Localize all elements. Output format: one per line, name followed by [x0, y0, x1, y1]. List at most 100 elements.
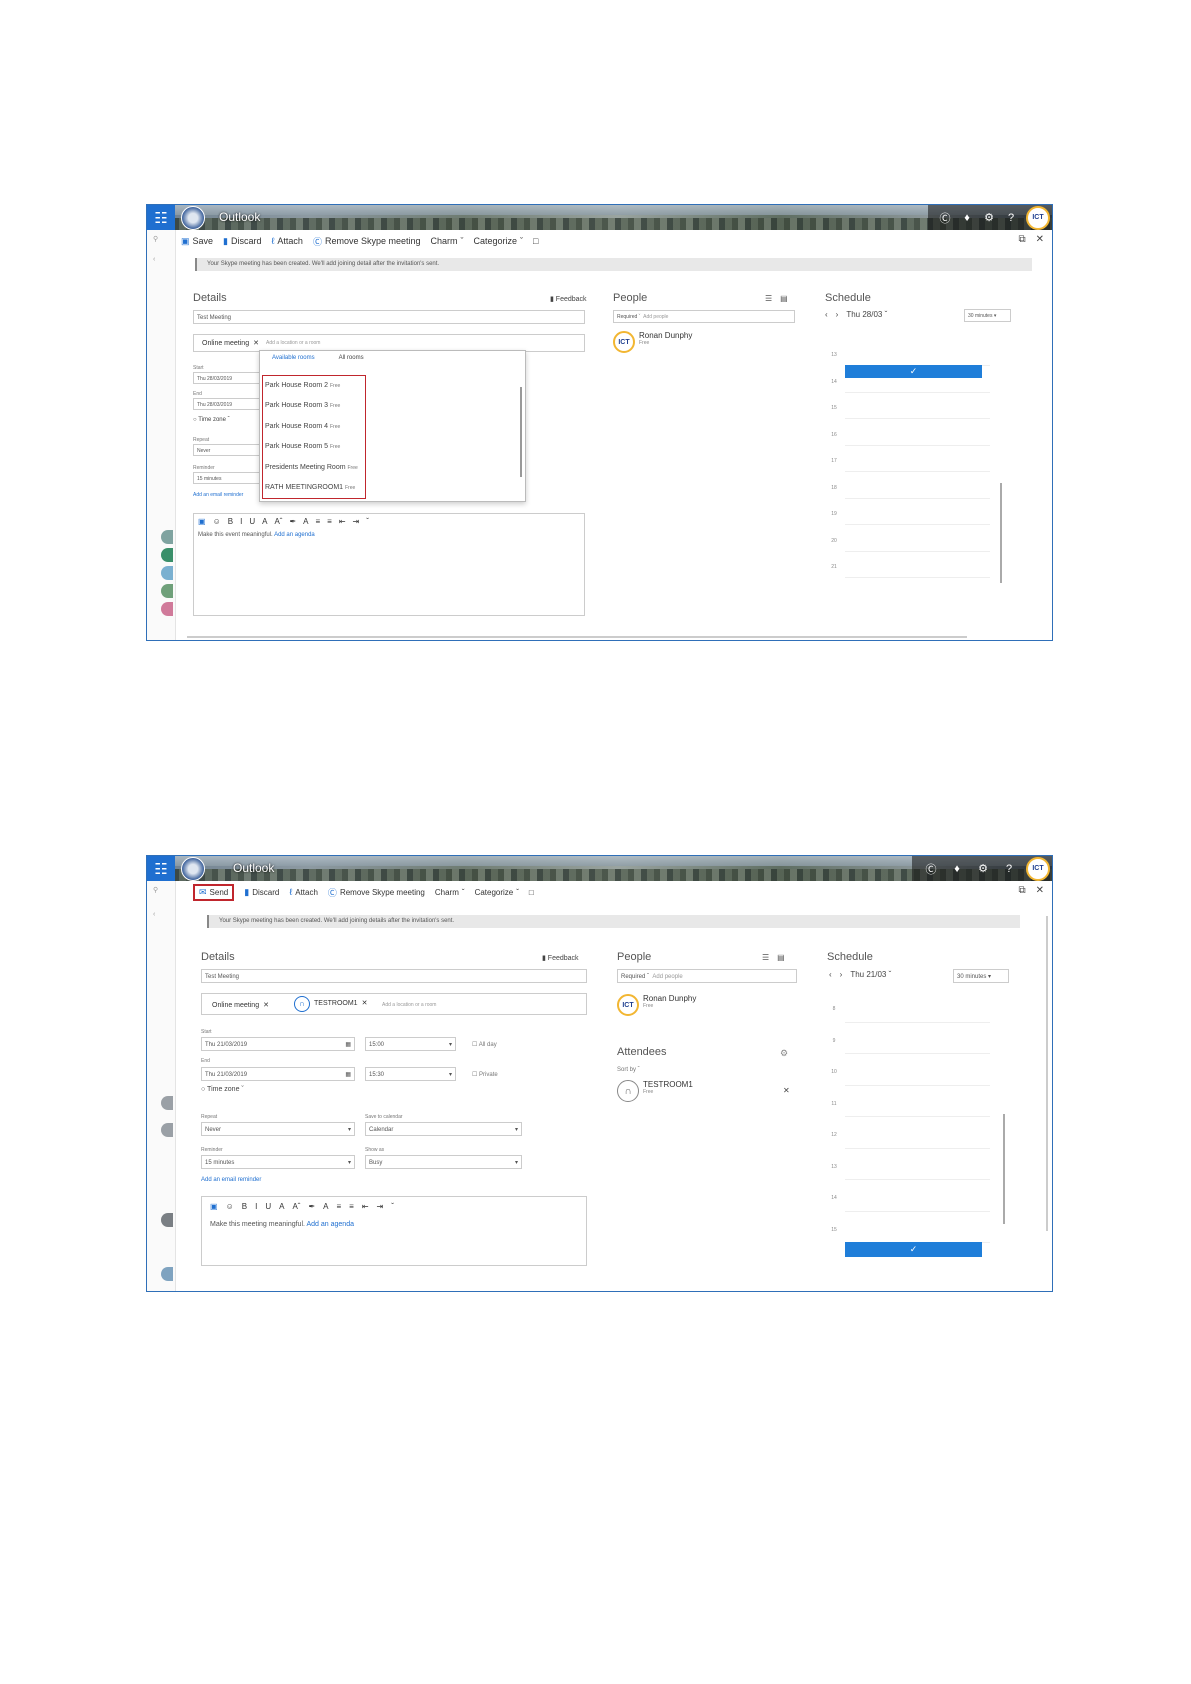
- chevron-left-icon[interactable]: ‹: [153, 256, 155, 263]
- bullets-icon[interactable]: ≡: [315, 517, 320, 526]
- room-option[interactable]: Park House Room 3 Free: [263, 396, 365, 416]
- hour-row[interactable]: [845, 1053, 990, 1055]
- font-size-icon[interactable]: A: [279, 1202, 284, 1211]
- close-icon[interactable]: ✕: [1036, 234, 1044, 245]
- reminder-select[interactable]: 15 minutes ▾: [201, 1155, 355, 1169]
- italic-icon[interactable]: I: [240, 517, 242, 526]
- chevron-left-icon[interactable]: ‹: [829, 970, 832, 979]
- app-launcher-icon[interactable]: ☷: [147, 856, 175, 881]
- page-scrollbar[interactable]: [1046, 916, 1048, 1231]
- chevron-down-icon[interactable]: ˇ: [391, 1202, 394, 1211]
- close-icon[interactable]: ✕: [253, 337, 259, 351]
- horizontal-scrollbar[interactable]: [187, 636, 967, 638]
- underline-icon[interactable]: U: [249, 517, 255, 526]
- attendee-testroom[interactable]: ∩ TESTROOM1 Free: [617, 1080, 693, 1102]
- chevron-left-icon[interactable]: ‹: [153, 911, 155, 918]
- hour-row[interactable]: [845, 1116, 990, 1118]
- selected-time-slot[interactable]: ✓: [845, 365, 982, 378]
- chevron-right-icon[interactable]: ›: [840, 970, 843, 979]
- app-launcher-icon[interactable]: ☷: [147, 205, 175, 230]
- gear-icon[interactable]: ⚙: [978, 211, 1000, 224]
- emoji-icon[interactable]: ☺: [213, 517, 221, 526]
- emoji-icon[interactable]: ☺: [226, 1202, 234, 1211]
- charm-dropdown[interactable]: Charm ˇ: [435, 888, 465, 897]
- contacts-icon[interactable]: ☰: [765, 294, 772, 303]
- timezone-toggle[interactable]: ○ Time zone ˇ: [201, 1086, 244, 1093]
- hour-row[interactable]: [845, 418, 990, 420]
- gear-icon[interactable]: ⚙: [970, 862, 996, 875]
- font-color-icon[interactable]: A: [323, 1202, 328, 1211]
- allday-checkbox[interactable]: ☐ All day: [472, 1041, 497, 1048]
- outdent-icon[interactable]: ⇤: [362, 1202, 369, 1211]
- remove-skype-button[interactable]: Ⓒ Remove Skype meeting: [328, 886, 425, 899]
- required-dropdown[interactable]: Required ˇ: [621, 974, 649, 980]
- timezone-toggle[interactable]: ○ Time zone ˇ: [193, 417, 230, 423]
- bell-icon[interactable]: ♦: [944, 863, 970, 875]
- avatar[interactable]: ICT: [1026, 205, 1050, 230]
- categorize-dropdown[interactable]: Categorize ˇ: [475, 888, 519, 897]
- page-icon[interactable]: □: [529, 888, 534, 897]
- tab-available-rooms[interactable]: Available rooms: [272, 355, 315, 361]
- bullets-icon[interactable]: ≡: [336, 1202, 341, 1211]
- body-editor[interactable]: ▣ ☺ BI UA Aˆ ✒ A ≡ ≡ ⇤ ⇥ ˇ Make this meeting …: [201, 1196, 587, 1266]
- contacts-icon[interactable]: ☰: [762, 953, 769, 962]
- chevron-down-icon[interactable]: ˇ: [366, 517, 369, 526]
- room-option[interactable]: Park House Room 5 Free: [263, 437, 365, 457]
- remove-skype-button[interactable]: Ⓒ Remove Skype meeting: [313, 235, 421, 248]
- hour-row[interactable]: [845, 1084, 990, 1086]
- calendar-icon[interactable]: ▦: [345, 1068, 351, 1082]
- duration-select[interactable]: 30 minutes ▾: [964, 309, 1011, 322]
- search-icon[interactable]: ⚲: [153, 886, 158, 894]
- image-icon[interactable]: ▣: [210, 1202, 218, 1211]
- start-date-field[interactable]: Thu 28/03/2019: [193, 372, 265, 384]
- close-icon[interactable]: ✕: [263, 999, 269, 1013]
- highlight-icon[interactable]: ✒: [308, 1202, 315, 1211]
- search-icon[interactable]: ⚲: [153, 235, 158, 243]
- schedule-date[interactable]: Thu 28/03 ˇ: [846, 310, 887, 319]
- close-icon[interactable]: ✕: [1036, 885, 1044, 896]
- room-option[interactable]: Park House Room 2 Free: [263, 376, 365, 396]
- end-date-field[interactable]: Thu 21/03/2019 ▦: [201, 1067, 355, 1081]
- dropdown-scrollbar[interactable]: [520, 387, 522, 477]
- reminder-select[interactable]: 15 minutes: [193, 472, 265, 484]
- person-ronan[interactable]: ICT Ronan Dunphy Free: [617, 994, 696, 1016]
- schedule-scrollbar[interactable]: [1003, 1114, 1005, 1224]
- showas-select[interactable]: Busy ▾: [365, 1155, 522, 1169]
- private-checkbox[interactable]: ☐ Private: [472, 1071, 498, 1078]
- close-icon[interactable]: ✕: [362, 997, 368, 1011]
- end-time-field[interactable]: 15:30 ▾: [365, 1067, 456, 1081]
- attach-button[interactable]: ℓ Attach: [289, 887, 318, 897]
- add-agenda-link[interactable]: Add an agenda: [307, 1221, 355, 1228]
- repeat-select[interactable]: Never ▾: [201, 1122, 355, 1136]
- bold-icon[interactable]: B: [242, 1202, 247, 1211]
- gear-icon[interactable]: ⚙: [780, 1048, 788, 1059]
- hour-row[interactable]: [845, 1210, 990, 1212]
- bold-icon[interactable]: B: [228, 517, 233, 526]
- font-color-icon[interactable]: A: [303, 517, 308, 526]
- end-date-field[interactable]: Thu 28/03/2019: [193, 398, 265, 410]
- image-icon[interactable]: ▣: [198, 517, 206, 526]
- help-icon[interactable]: ?: [996, 863, 1022, 875]
- font-size-icon[interactable]: A: [262, 517, 267, 526]
- save-calendar-select[interactable]: Calendar ▾: [365, 1122, 522, 1136]
- attach-button[interactable]: ℓ Attach: [272, 236, 303, 246]
- hour-row[interactable]: [845, 471, 990, 473]
- categorize-dropdown[interactable]: Categorize ˇ: [474, 236, 524, 246]
- italic-icon[interactable]: I: [255, 1202, 257, 1211]
- hour-row[interactable]: [845, 577, 990, 579]
- hour-row[interactable]: [845, 1147, 990, 1149]
- room-option[interactable]: Park House Room 4 Free: [263, 417, 365, 437]
- calendar-icon[interactable]: ▦: [345, 1038, 351, 1052]
- highlight-icon[interactable]: ✒: [289, 517, 296, 526]
- location-field[interactable]: Online meeting ✕ ∩ TESTROOM1 ✕ Add a locati…: [201, 993, 587, 1015]
- people-field[interactable]: Required ˇ Add people: [617, 969, 797, 983]
- start-time-field[interactable]: 15:00 ▾: [365, 1037, 456, 1051]
- title-field[interactable]: Test Meeting: [201, 969, 587, 983]
- add-agenda-link[interactable]: Add an agenda: [274, 532, 315, 538]
- hour-row[interactable]: [845, 1021, 990, 1023]
- grow-font-icon[interactable]: Aˆ: [292, 1202, 300, 1211]
- room-option[interactable]: Presidents Meeting Room Free: [263, 458, 365, 478]
- scheduling-icon[interactable]: ▤: [777, 953, 785, 962]
- hour-row[interactable]: [845, 1179, 990, 1181]
- popout-icon[interactable]: ⧉: [1018, 234, 1025, 245]
